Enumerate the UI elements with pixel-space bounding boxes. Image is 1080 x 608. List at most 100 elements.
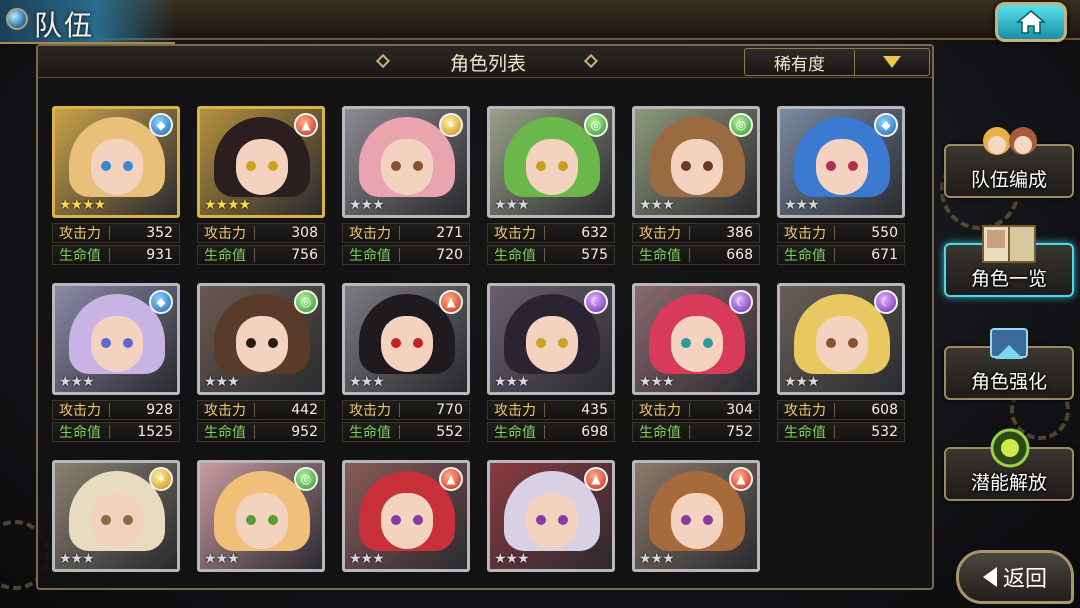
character-eye bbox=[681, 161, 691, 171]
character-face bbox=[381, 316, 433, 372]
character-portrait[interactable]: ✶ ★★★ bbox=[342, 106, 470, 218]
character-portrait[interactable]: ▲ ★★★★ bbox=[197, 106, 325, 218]
character-eye bbox=[101, 338, 111, 348]
character-face bbox=[816, 316, 868, 372]
dropdown-arrow-icon[interactable] bbox=[855, 56, 929, 68]
hp-stat: 生命值 756 bbox=[197, 245, 325, 265]
character-face bbox=[671, 316, 723, 372]
home-button[interactable] bbox=[995, 2, 1067, 42]
character-portrait[interactable]: ▲ ★★★ bbox=[342, 460, 470, 572]
character-eye bbox=[703, 515, 713, 525]
character-portrait[interactable]: ☾ ★★★ bbox=[777, 283, 905, 395]
attack-stat-label: 攻击力 bbox=[494, 226, 536, 242]
back-label: 返回 bbox=[1002, 567, 1047, 592]
character-portrait[interactable]: ◆ ★★★★ bbox=[52, 106, 180, 218]
party-icon bbox=[970, 120, 1050, 170]
character-eye bbox=[123, 161, 133, 171]
character-portrait[interactable]: ☾ ★★★ bbox=[632, 283, 760, 395]
attack-stat-value: 435 bbox=[581, 402, 608, 418]
diamond-ornament-icon bbox=[583, 53, 599, 69]
character-portrait[interactable]: ◆ ★★★ bbox=[777, 106, 905, 218]
character-portrait[interactable]: ◎ ★★★ bbox=[197, 460, 325, 572]
panel-title: 角色列表 bbox=[449, 53, 526, 75]
attack-stat-label: 攻击力 bbox=[639, 226, 681, 242]
character-list-button[interactable]: 角色一览 bbox=[944, 225, 1074, 297]
character-portrait[interactable]: ◎ ★★★ bbox=[197, 283, 325, 395]
sort-dropdown[interactable]: 稀有度 bbox=[744, 48, 930, 76]
rarity-stars-icon: ★★★ bbox=[639, 374, 675, 390]
potential-unlock-button[interactable]: 潜能解放 bbox=[944, 428, 1074, 501]
side-menu-label: 角色一览 bbox=[970, 268, 1047, 290]
fire-element-icon: ▲ bbox=[584, 467, 608, 491]
character-face bbox=[526, 139, 578, 195]
hp-stat-label: 生命值 bbox=[494, 248, 536, 264]
page-title: 队伍 bbox=[34, 9, 95, 42]
wind-element-icon: ◎ bbox=[584, 113, 608, 137]
rarity-stars-icon: ★★★ bbox=[349, 551, 385, 567]
attack-stat-value: 271 bbox=[436, 225, 463, 241]
side-menu-label: 队伍编成 bbox=[970, 169, 1047, 191]
rarity-stars-icon: ★★★ bbox=[349, 374, 385, 390]
water-element-icon: ◆ bbox=[149, 290, 173, 314]
character-portrait[interactable]: ◎ ★★★ bbox=[632, 106, 760, 218]
character-portrait[interactable]: ▲ ★★★ bbox=[632, 460, 760, 572]
hp-stat-value: 552 bbox=[436, 424, 463, 440]
attack-stat-value: 386 bbox=[726, 225, 753, 241]
rarity-stars-icon: ★★★ bbox=[784, 197, 820, 213]
character-portrait[interactable]: ☾ ★★★ bbox=[487, 283, 615, 395]
hp-stat-label: 生命值 bbox=[784, 248, 826, 264]
rarity-stars-icon: ★★★★ bbox=[59, 197, 106, 213]
hp-stat: 生命值 1525 bbox=[52, 422, 180, 442]
light-element-icon: ✶ bbox=[439, 113, 463, 137]
hp-stat: 生命值 575 bbox=[487, 245, 615, 265]
rarity-stars-icon: ★★★ bbox=[784, 374, 820, 390]
character-face bbox=[671, 139, 723, 195]
character-portrait[interactable]: ▲ ★★★ bbox=[487, 460, 615, 572]
character-eye bbox=[413, 338, 423, 348]
character-eye bbox=[826, 338, 836, 348]
rarity-stars-icon: ★★★ bbox=[59, 374, 95, 390]
character-face bbox=[91, 139, 143, 195]
attack-stat: 攻击力 386 bbox=[632, 223, 760, 243]
attack-stat: 攻击力 435 bbox=[487, 400, 615, 420]
home-icon bbox=[1016, 10, 1046, 34]
hp-stat-label: 生命值 bbox=[639, 248, 681, 264]
character-face bbox=[816, 139, 868, 195]
character-portrait[interactable]: ▲ ★★★ bbox=[342, 283, 470, 395]
character-eye bbox=[246, 161, 256, 171]
fire-element-icon: ▲ bbox=[439, 467, 463, 491]
character-eye bbox=[391, 338, 401, 348]
hp-stat-label: 生命值 bbox=[204, 425, 246, 441]
attack-stat-value: 308 bbox=[291, 225, 318, 241]
character-eye bbox=[536, 515, 546, 525]
dark-element-icon: ☾ bbox=[584, 290, 608, 314]
character-eye bbox=[123, 338, 133, 348]
hp-stat-value: 575 bbox=[581, 247, 608, 263]
character-eye bbox=[681, 338, 691, 348]
character-portrait[interactable]: ◆ ★★★ bbox=[52, 283, 180, 395]
fire-element-icon: ▲ bbox=[439, 290, 463, 314]
hp-stat-label: 生命值 bbox=[494, 425, 536, 441]
character-enhance-button[interactable]: 角色强化 bbox=[944, 328, 1074, 400]
attack-stat-label: 攻击力 bbox=[59, 403, 101, 419]
sort-label: 稀有度 bbox=[745, 49, 855, 75]
party-formation-button[interactable]: 队伍编成 bbox=[944, 127, 1074, 198]
character-face bbox=[236, 493, 288, 549]
attack-stat-label: 攻击力 bbox=[204, 226, 246, 242]
attack-stat-label: 攻击力 bbox=[639, 403, 681, 419]
character-portrait[interactable]: ◎ ★★★ bbox=[487, 106, 615, 218]
character-face bbox=[381, 139, 433, 195]
hp-stat-value: 532 bbox=[871, 424, 898, 440]
attack-stat: 攻击力 308 bbox=[197, 223, 325, 243]
rarity-stars-icon: ★★★ bbox=[204, 551, 240, 567]
attack-stat-value: 928 bbox=[146, 402, 173, 418]
back-button[interactable]: 返回 bbox=[956, 550, 1074, 604]
hp-stat-value: 698 bbox=[581, 424, 608, 440]
fire-element-icon: ▲ bbox=[294, 113, 318, 137]
character-face bbox=[526, 316, 578, 372]
attack-stat-value: 352 bbox=[146, 225, 173, 241]
character-portrait[interactable]: ✶ ★★★ bbox=[52, 460, 180, 572]
attack-stat: 攻击力 550 bbox=[777, 223, 905, 243]
hp-stat-value: 668 bbox=[726, 247, 753, 263]
character-face bbox=[236, 139, 288, 195]
